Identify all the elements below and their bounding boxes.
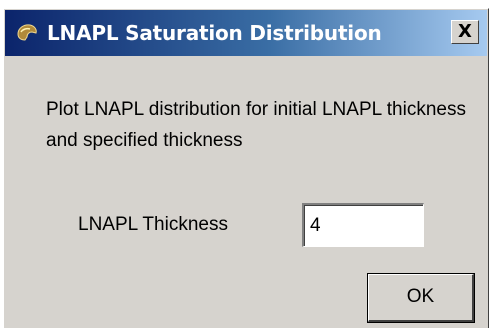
instruction-text: Plot LNAPL distribution for initial LNAP… [46, 99, 466, 151]
thickness-input[interactable] [302, 203, 424, 247]
ok-button[interactable]: OK [367, 273, 475, 323]
dialog-window: LNAPL Saturation Distribution X Plot LNA… [3, 8, 489, 328]
close-button[interactable]: X [451, 20, 479, 44]
app-icon [17, 24, 37, 41]
window-title: LNAPL Saturation Distribution [47, 21, 382, 45]
thickness-label: LNAPL Thickness [78, 214, 228, 235]
title-bar[interactable]: LNAPL Saturation Distribution X [5, 10, 487, 56]
